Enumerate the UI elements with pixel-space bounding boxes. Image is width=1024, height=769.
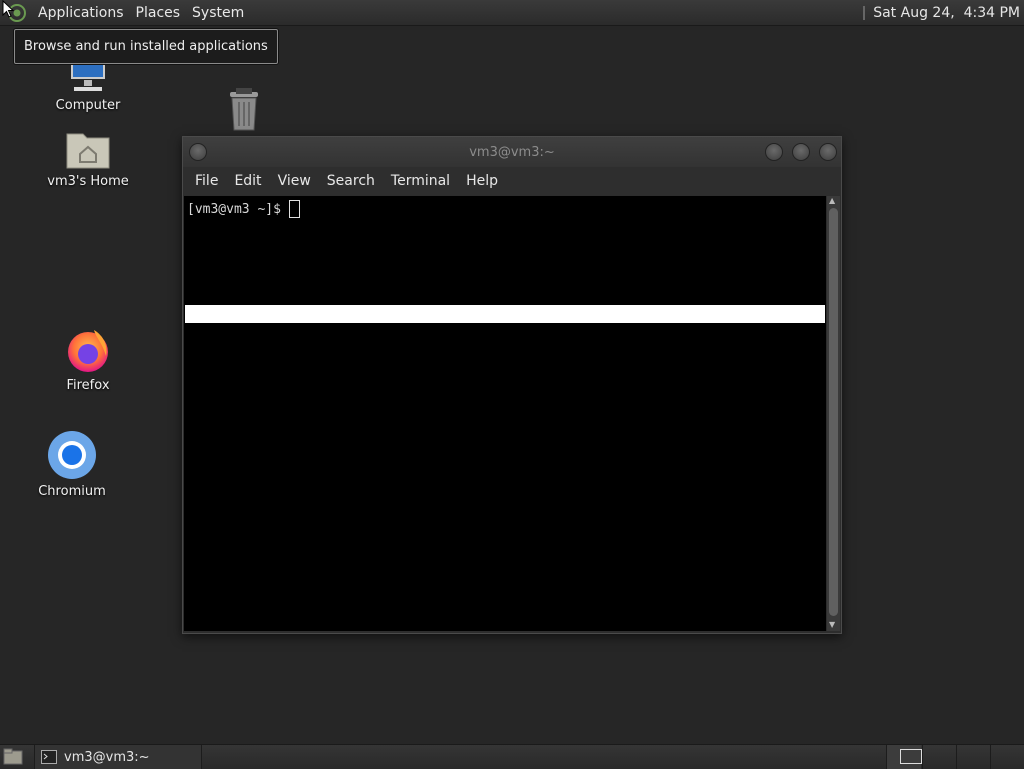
menu-view[interactable]: View bbox=[270, 173, 319, 189]
workspace-3[interactable] bbox=[956, 745, 991, 769]
computer-label: Computer bbox=[55, 98, 121, 113]
desktop-icon-computer[interactable]: Computer bbox=[33, 58, 143, 113]
desktop-icon-chromium[interactable]: Chromium bbox=[17, 430, 127, 499]
minimize-button[interactable] bbox=[765, 143, 783, 161]
terminal-window[interactable]: vm3@vm3:~ File Edit View Search Terminal… bbox=[182, 136, 842, 634]
mouse-pointer-icon bbox=[2, 0, 14, 18]
terminal-output-area[interactable]: [vm3@vm3 ~]$ bbox=[184, 196, 826, 631]
chromium-icon bbox=[48, 431, 96, 479]
applications-menu[interactable]: Applications bbox=[32, 5, 130, 21]
applications-tooltip: Browse and run installed applications bbox=[14, 29, 278, 64]
workspace-2[interactable] bbox=[922, 745, 957, 769]
firefox-label: Firefox bbox=[66, 378, 110, 393]
scroll-down-arrow-icon[interactable]: ▼ bbox=[829, 620, 835, 629]
scroll-thumb[interactable] bbox=[829, 208, 838, 616]
terminal-scrollbar[interactable]: ▲ ▼ bbox=[827, 196, 840, 631]
top-panel: Applications Places System Sat Aug 24, 4… bbox=[0, 0, 1024, 26]
shell-prompt: [vm3@vm3 ~]$ bbox=[187, 201, 281, 217]
show-desktop-icon[interactable] bbox=[3, 748, 23, 766]
clock[interactable]: Sat Aug 24, 4:34 PM bbox=[873, 5, 1020, 21]
close-button[interactable] bbox=[819, 143, 837, 161]
menu-edit[interactable]: Edit bbox=[226, 173, 269, 189]
home-folder-icon bbox=[66, 133, 110, 169]
menu-help[interactable]: Help bbox=[458, 173, 506, 189]
taskbar-item-label: vm3@vm3:~ bbox=[64, 749, 150, 765]
trash-icon[interactable] bbox=[224, 86, 264, 134]
desktop-icon-firefox[interactable]: Firefox bbox=[33, 326, 143, 393]
workspace-window-preview bbox=[900, 749, 922, 764]
render-artifact-bar bbox=[185, 305, 825, 323]
menu-search[interactable]: Search bbox=[319, 173, 383, 189]
menu-terminal[interactable]: Terminal bbox=[383, 173, 458, 189]
window-menu-button[interactable] bbox=[189, 143, 207, 161]
workspace-4[interactable] bbox=[990, 745, 1024, 769]
taskbar-item-terminal[interactable]: vm3@vm3:~ bbox=[34, 745, 202, 769]
home-label: vm3's Home bbox=[47, 174, 129, 189]
terminal-title: vm3@vm3:~ bbox=[469, 144, 555, 160]
terminal-icon bbox=[41, 750, 57, 764]
chromium-label: Chromium bbox=[38, 484, 106, 499]
workspace-1[interactable] bbox=[886, 745, 922, 769]
bottom-panel: vm3@vm3:~ bbox=[0, 744, 1024, 769]
firefox-icon bbox=[68, 330, 108, 372]
panel-separator bbox=[863, 5, 866, 20]
scroll-up-arrow-icon[interactable]: ▲ bbox=[829, 196, 835, 205]
maximize-button[interactable] bbox=[792, 143, 810, 161]
text-cursor bbox=[288, 200, 300, 218]
system-menu[interactable]: System bbox=[186, 5, 250, 21]
menu-file[interactable]: File bbox=[187, 173, 226, 189]
desktop-icon-home[interactable]: vm3's Home bbox=[33, 128, 143, 189]
places-menu[interactable]: Places bbox=[130, 5, 187, 21]
terminal-titlebar[interactable]: vm3@vm3:~ bbox=[183, 137, 841, 167]
terminal-menubar: File Edit View Search Terminal Help bbox=[183, 167, 841, 195]
